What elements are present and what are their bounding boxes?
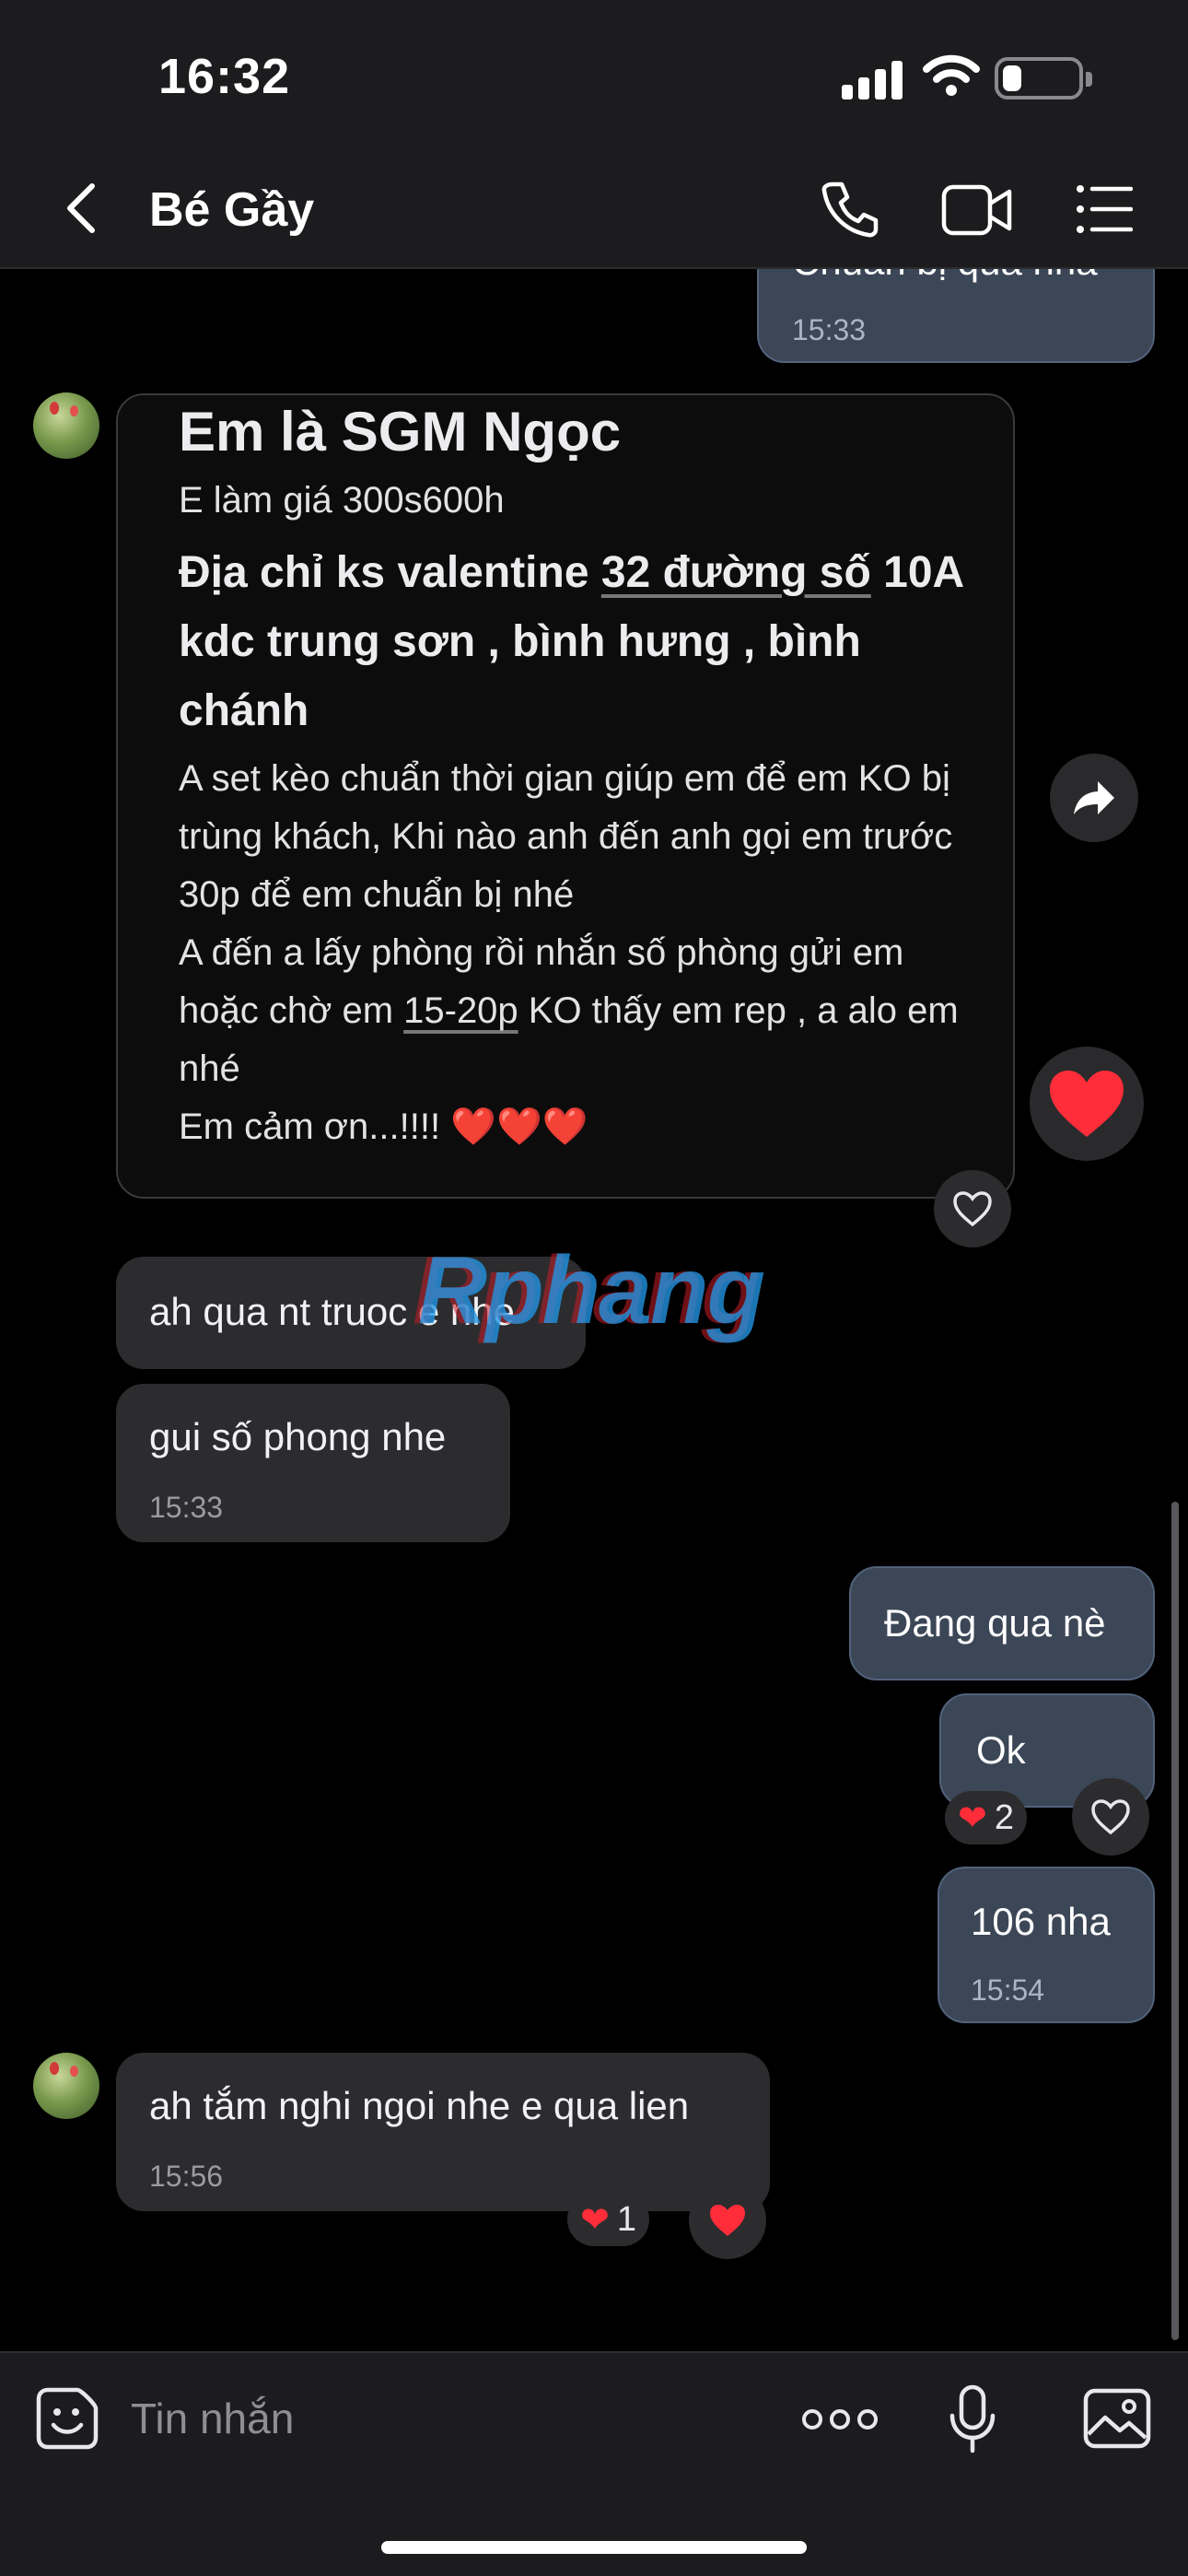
card-line-2: A đến a lấy phòng rồi nhắn số phòng gửi … xyxy=(179,924,989,1098)
message-bubble-incoming[interactable]: ah tắm nghi ngoi nhe e qua lien 15:56 xyxy=(116,2053,770,2211)
heart-icon: ❤ xyxy=(580,2200,610,2240)
card-price: E làm giá 300s600h xyxy=(179,480,505,521)
big-heart-reaction[interactable] xyxy=(1030,1047,1144,1161)
message-time: 15:54 xyxy=(971,1973,1045,2007)
battery-icon xyxy=(995,57,1092,100)
signal-icon xyxy=(842,59,904,100)
list-menu-icon[interactable] xyxy=(1076,184,1133,234)
time-link[interactable]: 15-20p xyxy=(403,990,518,1031)
message-bubble-outgoing[interactable]: 106 nha 15:54 xyxy=(938,1867,1155,2023)
more-dots-icon[interactable] xyxy=(801,2408,879,2430)
address-text: Địa chỉ ks valentine xyxy=(179,548,601,597)
message-text: Ok xyxy=(976,1728,1026,1772)
react-heart-button[interactable] xyxy=(1072,1778,1149,1856)
heart-outline-icon xyxy=(953,1191,992,1227)
card-line-3: Em cảm ơn...!!!! ❤️❤️❤️ xyxy=(179,1107,588,1147)
heart-icon xyxy=(1050,1071,1124,1137)
react-heart-button[interactable] xyxy=(689,2182,766,2259)
sticker-icon[interactable] xyxy=(35,2386,99,2451)
react-heart-button[interactable] xyxy=(934,1170,1011,1247)
card-address: Địa chỉ ks valentine 32 đường số 10A kdc… xyxy=(179,538,971,745)
message-time: 15:33 xyxy=(149,1491,224,1524)
wifi-icon xyxy=(923,54,980,96)
scrollbar[interactable] xyxy=(1171,1502,1179,2340)
message-card-incoming[interactable]: Em là SGM Ngọc E làm giá 300s600h Địa ch… xyxy=(116,393,1015,1199)
address-link[interactable]: 32 đường số xyxy=(601,548,871,597)
card-body: A set kèo chuẩn thời gian giúp em để em … xyxy=(179,750,989,1156)
reaction-count: 2 xyxy=(994,1797,1014,1837)
message-text: gui số phong nhe xyxy=(149,1415,447,1458)
contact-avatar[interactable] xyxy=(33,392,99,459)
forward-icon xyxy=(1074,781,1114,814)
message-text: Đang qua nè xyxy=(884,1601,1106,1645)
image-icon[interactable] xyxy=(1083,2388,1151,2449)
heart-icon: ❤ xyxy=(958,1798,987,1838)
forward-button[interactable] xyxy=(1050,754,1138,842)
heart-outline-icon xyxy=(1091,1799,1130,1835)
watermark: Rphang xyxy=(418,1237,765,1344)
reaction-badge[interactable]: ❤ 2 xyxy=(945,1791,1027,1844)
message-bubble-outgoing[interactable]: Đang qua nè xyxy=(849,1566,1155,1680)
top-bar: 16:32 Bé Gầy xyxy=(0,0,1188,269)
message-time: 15:56 xyxy=(149,2160,224,2193)
message-text: ah tắm nghi ngoi nhe e qua lien xyxy=(149,2084,690,2127)
reaction-badge[interactable]: ❤ 1 xyxy=(567,2193,649,2246)
microphone-icon[interactable] xyxy=(949,2384,996,2454)
contact-avatar[interactable] xyxy=(33,2053,99,2119)
phone-icon[interactable] xyxy=(820,179,880,240)
contact-name[interactable]: Bé Gầy xyxy=(149,182,314,238)
heart-filled-icon xyxy=(710,2205,745,2236)
reaction-count: 1 xyxy=(616,2199,636,2239)
back-chevron-icon[interactable] xyxy=(55,181,111,236)
card-line-1: A set kèo chuẩn thời gian giúp em để em … xyxy=(179,758,953,915)
message-bubble-incoming[interactable]: gui số phong nhe 15:33 xyxy=(116,1384,510,1542)
video-camera-icon[interactable] xyxy=(941,182,1013,238)
home-indicator xyxy=(381,2541,807,2554)
status-time: 16:32 xyxy=(158,49,291,104)
card-title: Em là SGM Ngọc xyxy=(179,401,622,463)
message-time: 15:33 xyxy=(792,313,867,346)
message-input[interactable]: Tin nhắn xyxy=(131,2394,294,2443)
message-text: 106 nha xyxy=(971,1900,1111,1943)
